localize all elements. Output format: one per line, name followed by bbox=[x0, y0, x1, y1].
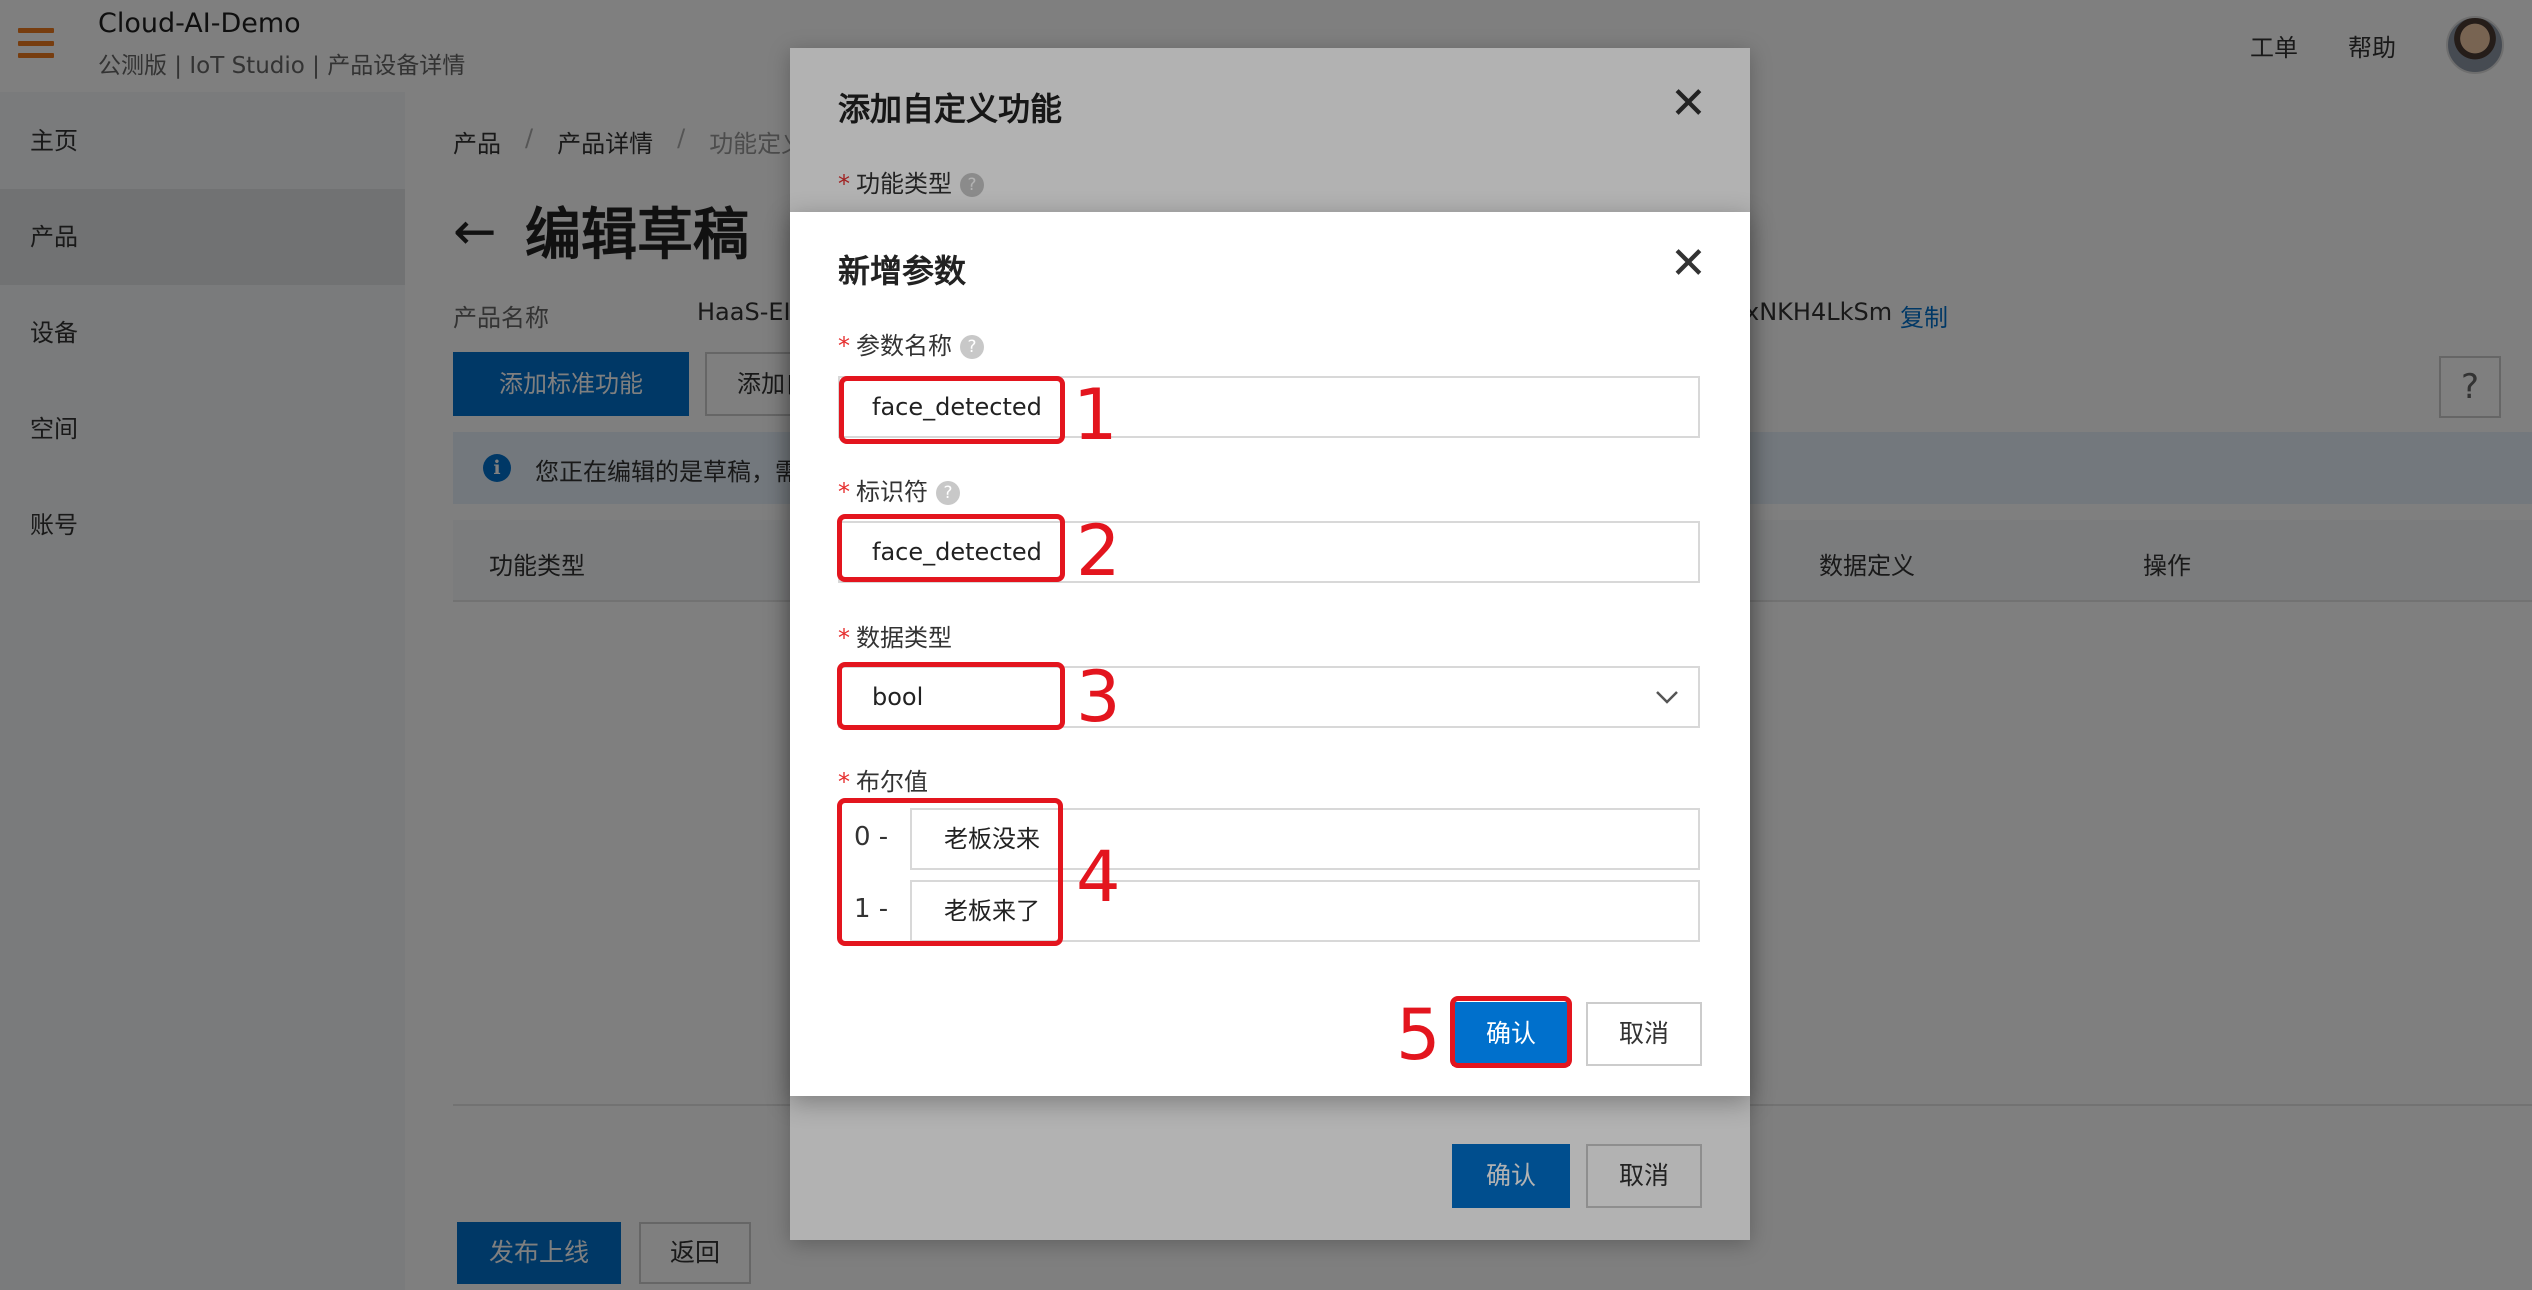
annotation-number-2: 2 bbox=[1076, 510, 1121, 592]
annotation-box-2 bbox=[837, 514, 1065, 582]
required-mark: * bbox=[838, 332, 850, 360]
annotation-number-3: 3 bbox=[1076, 656, 1121, 738]
annotation-number-5: 5 bbox=[1396, 994, 1441, 1076]
data-type-label: * 数据类型 bbox=[838, 618, 952, 653]
close-icon[interactable]: ✕ bbox=[1670, 242, 1707, 286]
dialog-title: 新增参数 bbox=[838, 252, 967, 290]
identifier-label: * 标识符? bbox=[838, 472, 960, 507]
param-name-label: * 参数名称? bbox=[838, 326, 984, 361]
add-parameter-dialog: 新增参数 ✕ * 参数名称? face_detected * 标识符? face_d… bbox=[790, 212, 1750, 1096]
bool-value-label: * 布尔值 bbox=[838, 762, 928, 797]
question-icon[interactable]: ? bbox=[936, 481, 960, 505]
chevron-down-icon bbox=[1656, 691, 1678, 704]
annotation-box-5 bbox=[1450, 996, 1572, 1068]
required-mark: * bbox=[838, 768, 850, 796]
annotation-box-3 bbox=[837, 662, 1065, 730]
required-mark: * bbox=[838, 624, 850, 652]
identifier-label-text: 标识符 bbox=[856, 478, 928, 506]
required-mark: * bbox=[838, 478, 850, 506]
question-icon[interactable]: ? bbox=[960, 335, 984, 359]
cancel-button[interactable]: 取消 bbox=[1586, 1002, 1702, 1066]
annotation-number-1: 1 bbox=[1073, 374, 1118, 456]
annotation-box-1 bbox=[839, 376, 1065, 444]
annotation-box-4 bbox=[837, 798, 1063, 946]
data-type-label-text: 数据类型 bbox=[856, 624, 952, 652]
annotation-number-4: 4 bbox=[1076, 836, 1121, 918]
bool-value-label-text: 布尔值 bbox=[856, 768, 928, 796]
param-name-label-text: 参数名称 bbox=[856, 332, 952, 360]
